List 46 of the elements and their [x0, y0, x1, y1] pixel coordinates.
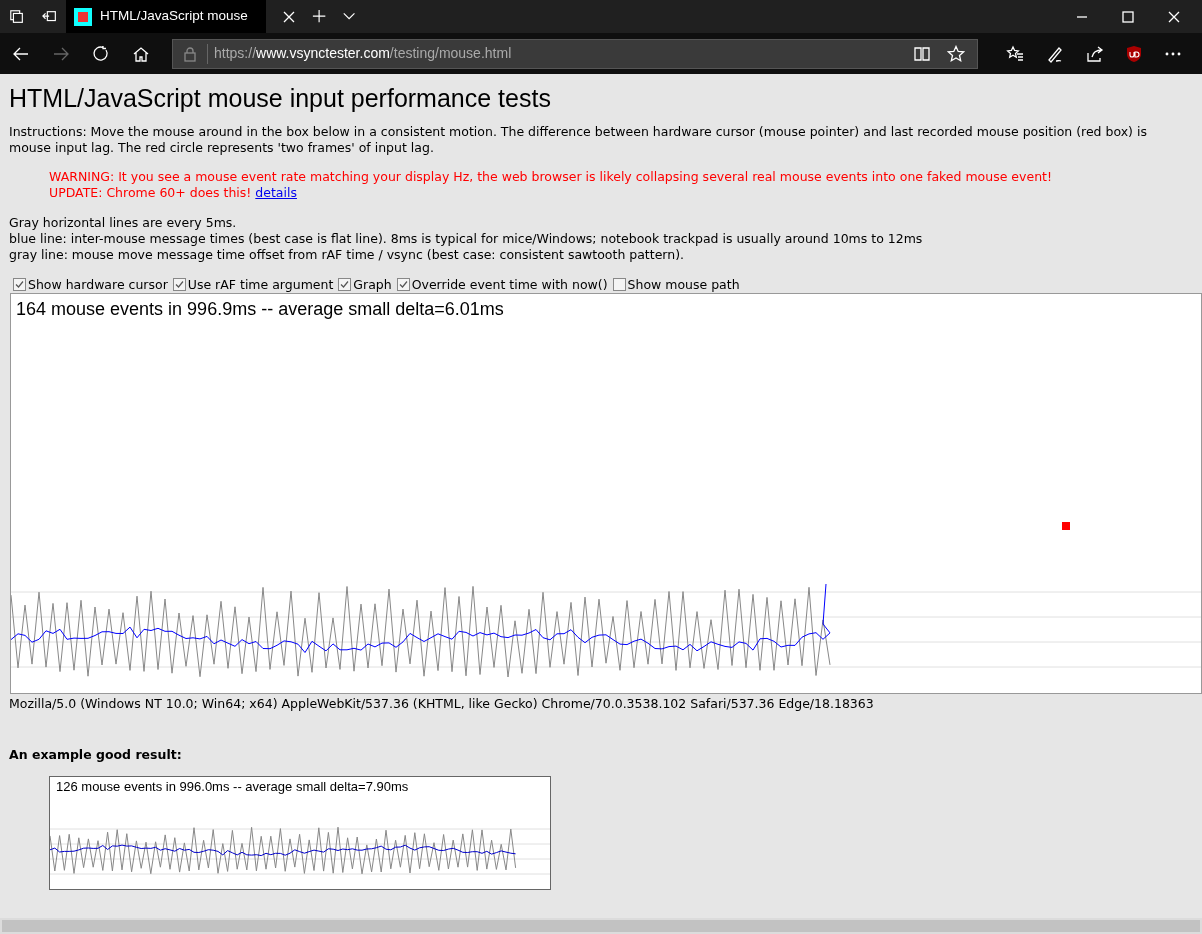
checkmark-icon — [174, 280, 184, 289]
lock-icon[interactable] — [183, 45, 197, 62]
browser-tab[interactable]: HTML/JavaScript mouse — [66, 0, 266, 33]
checkmark-icon — [15, 280, 24, 289]
checkbox-label[interactable]: Override event time with now() — [411, 277, 608, 292]
reading-view-icon[interactable] — [913, 44, 931, 63]
checkbox-label[interactable]: Graph — [353, 277, 392, 292]
page-title: HTML/JavaScript mouse input performance tests — [9, 84, 552, 112]
example-stats-text: 126 mouse events in 996.0ms -- average small delta=7.90ms — [56, 779, 409, 795]
close-icon[interactable] — [282, 9, 296, 24]
checkbox[interactable] — [172, 278, 186, 291]
details-link[interactable]: details — [255, 185, 297, 200]
plus-icon[interactable] — [312, 8, 328, 25]
example-heading: An example good result: — [9, 747, 183, 763]
checkbox[interactable] — [338, 278, 352, 291]
share-icon[interactable] — [1086, 44, 1104, 63]
favorites-icon[interactable] — [1006, 44, 1024, 63]
checkbox[interactable] — [612, 278, 626, 291]
update-text: UPDATE: Chrome 60+ does this! details — [49, 185, 298, 201]
horizontal-scrollbar[interactable] — [0, 918, 1202, 934]
checkbox[interactable] — [13, 278, 26, 291]
checkbox-label[interactable]: Show hardware cursor — [28, 277, 168, 292]
url-text: https://www.vsynctester.com/testing/mouse.html — [214, 44, 512, 63]
mouse-position-marker — [1062, 522, 1070, 530]
refresh-icon[interactable] — [92, 44, 110, 63]
checkbox[interactable] — [396, 278, 410, 291]
checkmark-icon — [340, 280, 350, 289]
tab-title: HTML/JavaScript mouse — [100, 7, 248, 26]
mouse-test-canvas[interactable]: 164 mouse events in 996.9ms -- average small delta=6.01ms — [10, 293, 1202, 694]
checkbox-label[interactable]: Use rAF time argument — [187, 277, 334, 292]
maximize-icon[interactable] — [1122, 10, 1134, 23]
shield-icon[interactable] — [1126, 44, 1142, 63]
note-text: gray line: mouse move message time offset from rAF time / vsync (best case: consistent sawtooth pattern). — [9, 247, 686, 263]
tabs-icon[interactable] — [8, 8, 25, 25]
star-icon[interactable] — [947, 44, 965, 63]
warning-text: WARNING: It you see a mouse event rate matching your display Hz, the web browser is likely collapsing several real mouse events into one faked mouse event! — [49, 169, 1053, 185]
checkbox-label[interactable]: Show mouse path — [627, 277, 740, 292]
instructions-text: Instructions: Move the mouse around in the box below in a consistent motion. The difference between hardware cursor (mouse pointer) and last recorded mouse position (red box) is mouse input lag. The red circle represents 'two frames' of input lag. — [9, 124, 1148, 156]
address-bar[interactable]: https://www.vsynctester.com/testing/mouse.html — [172, 38, 978, 69]
note-text: blue line: inter-mouse message times (best case is flat line). 8ms is typical for mice/Windows; notebook trackpad is usually around 10ms to 12ms — [9, 231, 924, 247]
favicon-icon — [74, 7, 92, 26]
checkmark-icon — [398, 280, 408, 289]
note-text: Gray horizontal lines are every 5ms. — [9, 215, 238, 231]
user-agent-text: Mozilla/5.0 (Windows NT 10.0; Win64; x64) AppleWebKit/537.36 (KHTML, like Gecko) Chrome/70.0.3538.102 Safari/537.36 Edge/18.18363 — [9, 695, 875, 713]
close-icon[interactable] — [1168, 10, 1180, 23]
stats-text: 164 mouse events in 996.9ms -- average small delta=6.01ms — [16, 299, 504, 319]
